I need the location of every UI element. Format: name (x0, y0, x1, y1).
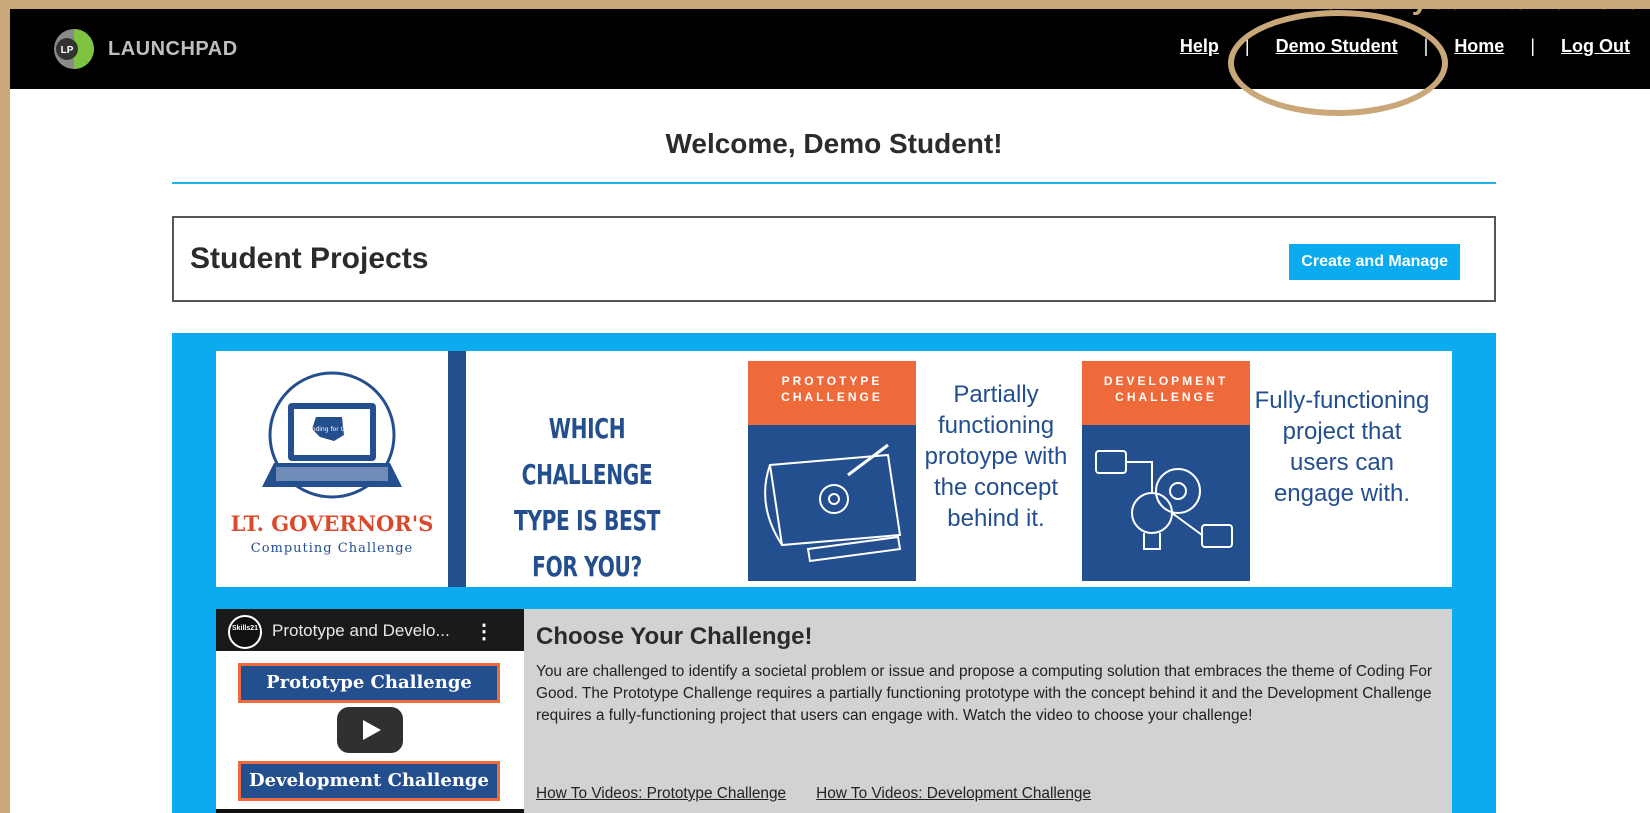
choose-challenge-section: Choose Your Challenge! You are challenge… (524, 609, 1452, 813)
lt-governor-title: LT. GOVERNOR'S (230, 511, 434, 536)
app-name: LAUNCHPAD (108, 37, 238, 60)
launchpad-logo-icon: LP (54, 29, 94, 69)
challenge-banner: Coding for Good LT. GOVERNOR'S Computing… (216, 351, 1452, 587)
welcome-divider (172, 182, 1496, 184)
annotation-label: Click on your name here (1282, 0, 1642, 17)
video-development-bar: Development Challenge (238, 761, 500, 801)
choose-challenge-title: Choose Your Challenge! (536, 623, 813, 650)
nav-user-link[interactable]: Demo Student (1276, 36, 1398, 57)
choose-challenge-body: You are challenged to identify a societa… (536, 663, 1433, 724)
prototype-challenge-card: PROTOTYPE CHALLENGE (748, 361, 916, 581)
prototype-videos-link[interactable]: How To Videos: Prototype Challenge (536, 785, 786, 803)
app-logo[interactable]: LP LAUNCHPAD (52, 27, 238, 71)
video-bottom-strip (216, 809, 524, 813)
play-icon[interactable] (337, 707, 403, 753)
video-prototype-bar: Prototype Challenge (238, 663, 500, 703)
top-nav-bar: LP LAUNCHPAD Help | Demo Student | Home … (10, 9, 1650, 89)
nav-help-link[interactable]: Help (1180, 36, 1219, 57)
blueprint-icon (764, 443, 902, 563)
create-and-manage-button[interactable]: Create and Manage (1289, 244, 1460, 280)
logo-badge-text: LP (61, 45, 74, 56)
development-challenge-card: DEVELOPMENT CHALLENGE (1082, 361, 1250, 581)
lightbulb-gear-icon (1095, 450, 1233, 550)
prototype-description: Partially functioning protoype with the … (924, 381, 1068, 532)
challenge-question: WHICH CHALLENGE TYPE IS BEST FOR YOU? (513, 412, 661, 583)
channel-name: Skills21 (231, 625, 259, 632)
development-card-heading: DEVELOPMENT CHALLENGE (1082, 361, 1250, 425)
lt-governor-subtitle: Computing Challenge (250, 541, 414, 556)
challenge-video[interactable]: Skills21 Prototype and Develo... ⋮ Proto… (216, 609, 524, 813)
welcome-heading: Welcome, Demo Student! (665, 128, 1003, 159)
nav-separator: | (1530, 36, 1536, 56)
lt-logo-screen-text: Coding for Good (308, 426, 357, 433)
student-projects-title: Student Projects (190, 242, 429, 275)
banner-divider (448, 351, 466, 587)
nav-separator: | (1244, 36, 1250, 56)
top-nav: Help | Demo Student | Home | Log Out (1180, 36, 1630, 57)
challenge-panel: Coding for Good LT. GOVERNOR'S Computing… (172, 333, 1496, 813)
nav-home-link[interactable]: Home (1454, 36, 1504, 57)
development-videos-link[interactable]: How To Videos: Development Challenge (816, 785, 1091, 803)
prototype-card-heading: PROTOTYPE CHALLENGE (748, 361, 916, 425)
development-description: Fully-functioning project that users can… (1254, 387, 1430, 507)
nav-logout-link[interactable]: Log Out (1561, 36, 1630, 57)
more-options-icon[interactable]: ⋮ (474, 619, 494, 644)
student-projects-box: Student Projects Create and Manage (172, 216, 1496, 302)
nav-separator: | (1423, 36, 1429, 56)
video-title[interactable]: Prototype and Develo... (272, 621, 450, 641)
how-to-links: How To Videos: Prototype Challenge How T… (536, 785, 1121, 803)
channel-avatar[interactable]: Skills21 (228, 615, 262, 649)
